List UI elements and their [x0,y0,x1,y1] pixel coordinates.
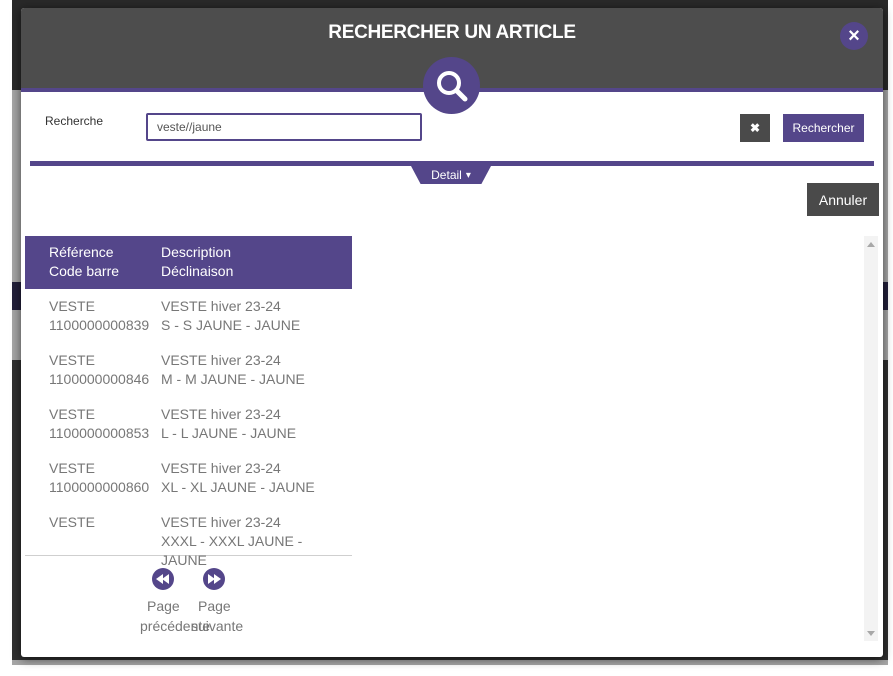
cell-description: VESTE hiver 23-24 [161,298,281,314]
header-barcode[interactable]: Code barre [49,262,119,281]
close-icon: × [848,24,860,47]
table-body: VESTE 1100000000839 VESTE hiver 23-24 S - S… [25,289,352,568]
table-row[interactable]: VESTE 1100000000846 VESTE hiver 23-24 M - M… [25,343,352,397]
cell-reference: VESTE [49,460,95,476]
cell-description: VESTE hiver 23-24 [161,406,281,422]
scroll-down-arrow-icon[interactable] [867,631,875,636]
cell-description: VESTE hiver 23-24 [161,352,281,368]
cell-barcode: 1100000000860 [49,479,150,495]
cell-description: VESTE hiver 23-24 [161,514,281,530]
search-button[interactable]: Rechercher [783,114,864,142]
clear-search-button[interactable]: ✖ [740,114,770,142]
section-divider [30,161,874,166]
cell-reference: VESTE [49,514,95,530]
table-row[interactable]: VESTE 1100000000853 VESTE hiver 23-24 L - L… [25,397,352,451]
header-description[interactable]: Description [161,243,231,262]
clear-icon: ✖ [749,121,761,135]
cell-description: VESTE hiver 23-24 [161,460,281,476]
cell-variant: M - M JAUNE - JAUNE [161,371,305,387]
results-table: Référence Code barre Description Déclina… [25,236,352,568]
search-label: Recherche [45,114,104,128]
cell-variant: S - S JAUNE - JAUNE [161,317,301,333]
previous-page-button[interactable] [152,568,174,590]
search-input[interactable] [146,113,422,141]
fast-forward-icon [208,574,221,584]
cell-reference: VESTE [49,406,95,422]
table-row[interactable]: VESTE VESTE hiver 23-24 XXXL - XXXL JAUNE … [25,505,352,568]
table-header: Référence Code barre Description Déclina… [25,236,352,289]
pagination: Page précédente Page suivante [131,568,251,638]
next-page-label-1[interactable]: Page [198,598,231,614]
next-page-button[interactable] [203,568,225,590]
table-row[interactable]: VESTE 1100000000839 VESTE hiver 23-24 S - S… [25,289,352,343]
cell-barcode: 1100000000853 [49,425,150,441]
rewind-icon [156,574,169,584]
next-page-label-2[interactable]: suivante [191,618,243,634]
scrollbar[interactable] [864,236,878,641]
cell-reference: VESTE [49,298,95,314]
detail-toggle[interactable]: Detail ▾ [411,166,491,184]
header-reference[interactable]: Référence [49,243,114,262]
previous-page-label-1[interactable]: Page [147,598,180,614]
table-row[interactable]: VESTE 1100000000860 VESTE hiver 23-24 XL - … [25,451,352,505]
scroll-up-arrow-icon[interactable] [867,242,875,247]
cancel-button[interactable]: Annuler [807,183,879,216]
cell-variant: L - L JAUNE - JAUNE [161,425,297,441]
cell-barcode: 1100000000846 [49,371,150,387]
header-variant[interactable]: Déclinaison [161,262,233,281]
modal-title: RECHERCHER UN ARTICLE [328,22,576,43]
close-button[interactable]: × [840,22,868,50]
cell-reference: VESTE [49,352,95,368]
chevron-down-icon: ▾ [465,169,471,181]
cell-variant: XXXL - XXXL JAUNE - JAUNE [161,533,303,568]
search-icon [423,57,480,114]
cell-barcode: 1100000000839 [49,317,150,333]
cell-variant: XL - XL JAUNE - JAUNE [161,479,315,495]
detail-label: Detail [431,168,462,182]
search-article-modal: RECHERCHER UN ARTICLE × Recherche ✖ Rech… [21,8,883,657]
